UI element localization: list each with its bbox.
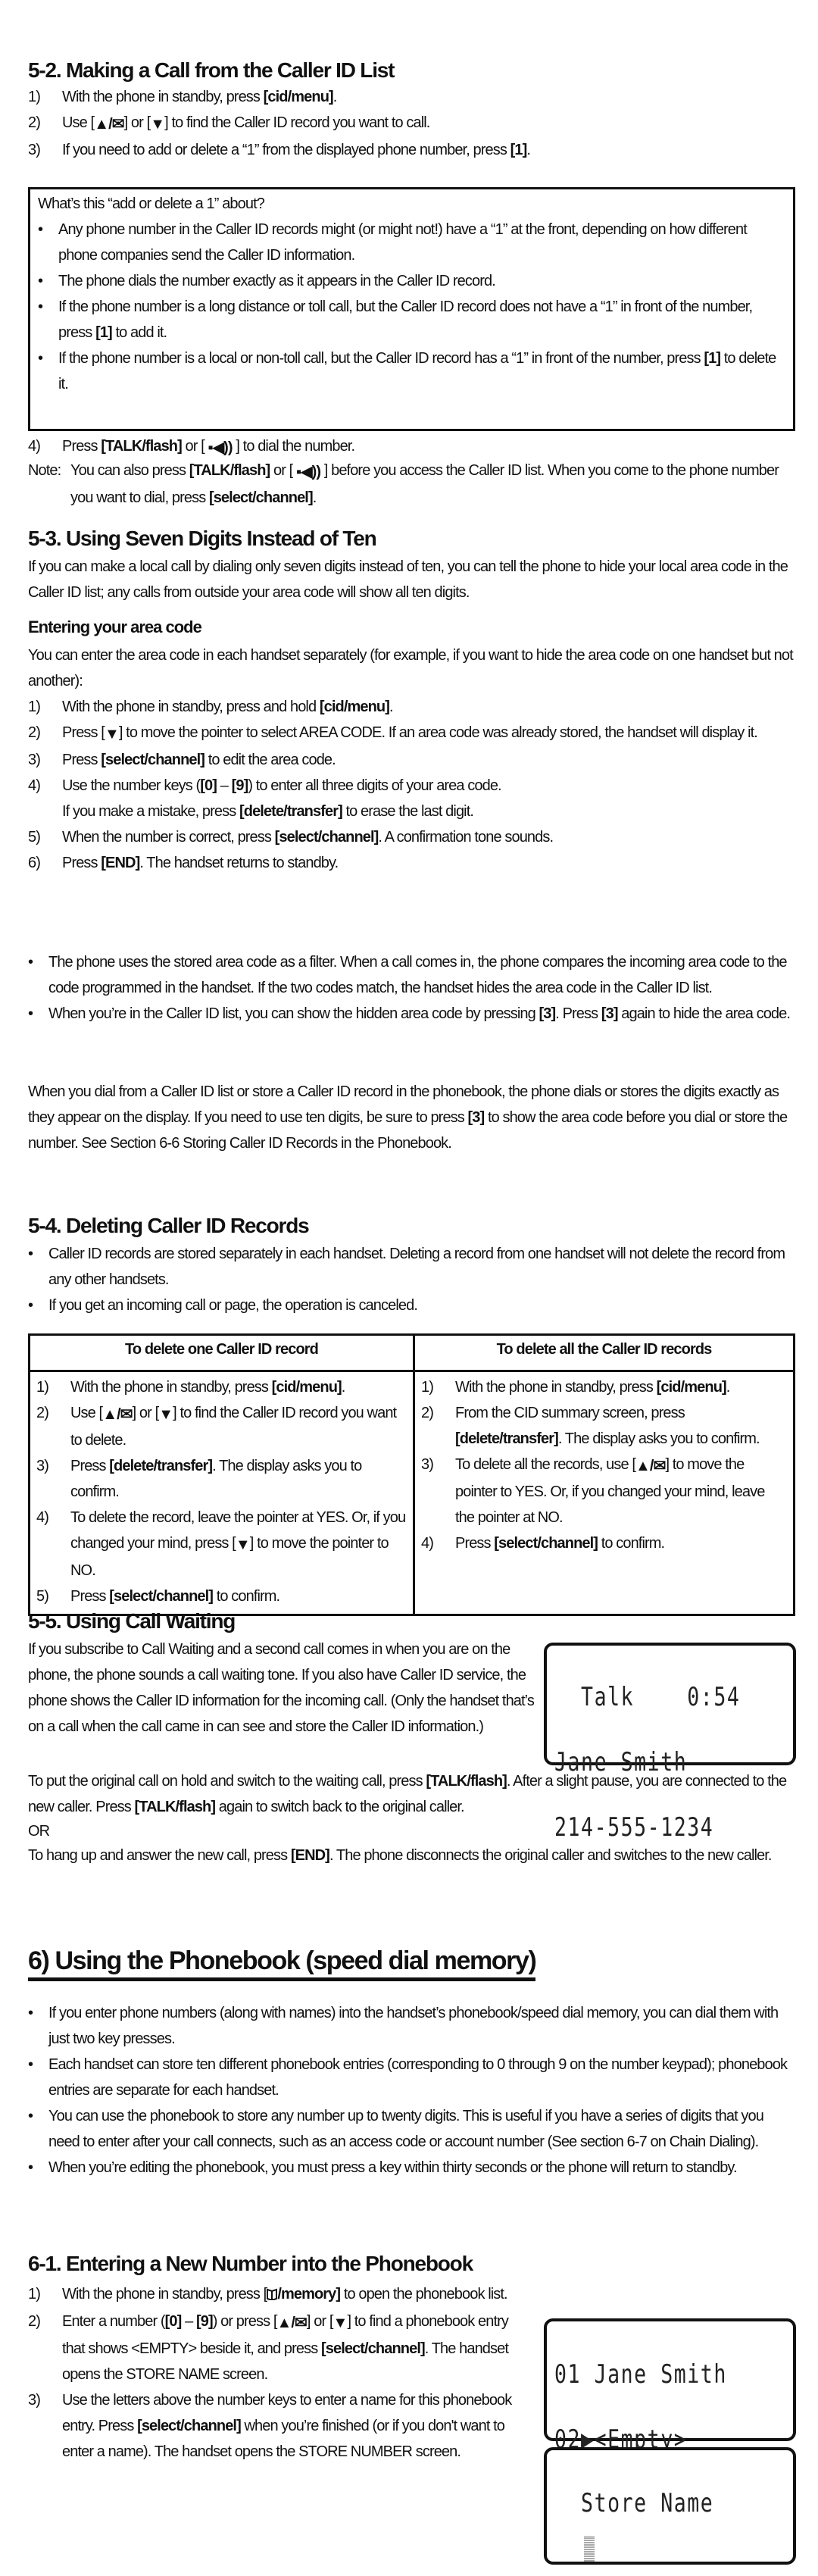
up-envelope-key-icon: ▲/✉ — [94, 116, 124, 133]
section-5-2-title: 5-2. Making a Call from the Caller ID Li… — [28, 58, 395, 82]
delete-all-step: 3) To delete all the records, use [▲/✉] t… — [421, 1452, 787, 1530]
s53-step-5: 5) When the number is correct, press [sel… — [28, 829, 554, 846]
delete-all-step: 4) Press [select/channel] to confirm. — [421, 1535, 665, 1552]
info-bullet: If the phone number is a long distance o… — [38, 294, 785, 345]
s53-outro: When you dial from a Caller ID list or s… — [28, 1083, 788, 1152]
s52-step-4-list: 4) Press [TALK/flash] or [ ▪◀)) ] to dial… — [28, 433, 795, 461]
s53-intro: If you can make a local call by dialing … — [28, 558, 788, 601]
section-6-1-title: 6-1. Entering a New Number into the Phon… — [28, 2252, 473, 2275]
s52-note: Note: You can also press [TALK/flash] or … — [28, 458, 795, 511]
s52-steps: 1) With the phone in standby, press [cid/… — [28, 84, 795, 163]
s6-bullet: When you’re editing the phonebook, you m… — [28, 2155, 795, 2181]
delete-one-step: 4) To delete the record, leave the pointe… — [36, 1509, 406, 1579]
delete-table-wrap: To delete one Caller ID record To delete… — [28, 1333, 795, 1616]
speakerphone-icon: ▪◀)) — [208, 439, 233, 456]
info-box-title: What’s this “add or delete a 1” about? — [38, 195, 265, 212]
phonebook-icon — [267, 2283, 278, 2309]
s53-steps: 1) With the phone in standby, press and h… — [28, 694, 795, 876]
delete-records-table: To delete one Caller ID record To delete… — [28, 1333, 795, 1616]
info-bullet: Any phone number in the Caller ID record… — [38, 217, 785, 268]
lcd-call-waiting-display: Talk 0:54 Jane Smith 214-555-1234 — [544, 1643, 796, 1843]
section-5-5-title: 5-5. Using Call Waiting — [28, 1609, 236, 1633]
delete-one-step: 5) Press [select/channel] to confirm. — [36, 1588, 280, 1605]
s61-steps: 1) With the phone in standby, press [/mem… — [28, 2281, 532, 2465]
s54-bullet: Caller ID records are stored separately … — [28, 1241, 795, 1293]
s53-bullet-1: The phone uses the stored area code as a… — [28, 949, 795, 1001]
down-arrow-key-icon: ▼ — [235, 1537, 251, 1553]
table-cell-all: 1) With the phone in standby, press [cid/… — [413, 1370, 795, 1616]
delete-one-step: 3) Press [delete/transfer]. The display a… — [36, 1458, 362, 1500]
s53-bullet-2: When you’re in the Caller ID list, you c… — [28, 1001, 795, 1027]
delete-all-step: 2) From the CID summary screen, press [de… — [421, 1405, 760, 1447]
s61-step-3: 3) Use the letters above the number keys … — [28, 2392, 512, 2460]
s6-bullet: If you enter phone numbers (along with n… — [28, 2000, 795, 2052]
table-header-all: To delete all the Caller ID records — [413, 1333, 795, 1372]
lcd-store-name-title: Store Name — [554, 2488, 714, 2518]
down-arrow-key-icon: ▼ — [104, 726, 120, 742]
section-5-4-title: 5-4. Deleting Caller ID Records — [28, 1214, 310, 1237]
s55-intro: If you subscribe to Call Waiting and a s… — [28, 1641, 535, 1735]
s53-step-6: 6) Press [END]. The handset returns to st… — [28, 855, 339, 871]
s6-bullet: Each handset can store ten different pho… — [28, 2052, 795, 2103]
table-header-one: To delete one Caller ID record — [28, 1333, 415, 1372]
s52-step-1: 1) With the phone in standby, press [cid/… — [28, 89, 337, 105]
s52-step-3: 3) If you need to add or delete a “1” fro… — [28, 142, 531, 158]
delete-one-step: 1) With the phone in standby, press [cid/… — [36, 1379, 345, 1396]
down-arrow-key-icon: ▼ — [158, 1406, 173, 1423]
chapter-6-heading-wrap: 6) Using the Phonebook (speed dial memor… — [28, 1944, 795, 1981]
lcd-phonebook-list: 01 Jane Smith 02▶<Empty> 03 <Empty> — [544, 2318, 796, 2520]
delete-one-step: 2) Use [▲/✉] or [▼] to find the Caller ID… — [36, 1400, 407, 1453]
up-envelope-key-icon: ▲/✉ — [102, 1406, 133, 1423]
s6-bullet: You can use the phonebook to store any n… — [28, 2103, 795, 2155]
chapter-6-title: 6) Using the Phonebook (speed dial memor… — [28, 1944, 537, 1981]
add-delete-1-info-box: What’s this “add or delete a 1” about? A… — [28, 187, 795, 431]
lcd-row-talk-timer: Talk 0:54 — [554, 1682, 741, 1712]
s53-step-1: 1) With the phone in standby, press and h… — [28, 699, 393, 715]
delete-one-steps: 1) With the phone in standby, press [cid/… — [36, 1374, 407, 1609]
delete-all-steps: 1) With the phone in standby, press [cid/… — [421, 1374, 787, 1556]
s55-hold-switch: To put the original call on hold and swi… — [28, 1773, 787, 1815]
up-envelope-key-icon: ▲/✉ — [276, 2315, 308, 2331]
info-bullet: If the phone number is a local or non-to… — [38, 345, 785, 397]
key-cid-menu: [cid/menu] — [263, 89, 334, 105]
s61-step-2: 2) Enter a number ([0] – [9]) or press [▲… — [28, 2309, 532, 2387]
s53-sub-intro: You can enter the area code in each hand… — [28, 647, 794, 689]
s54-bullets: Caller ID records are stored separately … — [28, 1241, 795, 1318]
lcd-text-cursor — [583, 2536, 595, 2562]
s6-bullets: If you enter phone numbers (along with n… — [28, 2000, 795, 2181]
speakerphone-icon: ▪◀)) — [295, 464, 321, 480]
up-envelope-key-icon: ▲/✉ — [635, 1458, 666, 1474]
delete-all-step: 1) With the phone in standby, press [cid/… — [421, 1379, 730, 1396]
s53-subtitle: Entering your area code — [28, 617, 202, 636]
s54-bullet: If you get an incoming call or page, the… — [28, 1293, 795, 1318]
manual-page: 5-2. Making a Call from the Caller ID Li… — [28, 0, 796, 2565]
down-arrow-key-icon: ▼ — [150, 116, 165, 133]
table-cell-one: 1) With the phone in standby, press [cid/… — [28, 1370, 415, 1616]
s53-step-3: 3) Press [select/channel] to edit the are… — [28, 752, 336, 768]
info-box-bullets: Any phone number in the Caller ID record… — [38, 217, 785, 397]
down-arrow-key-icon: ▼ — [333, 2315, 348, 2331]
section-5-3-title: 5-3. Using Seven Digits Instead of Ten — [28, 527, 377, 550]
s55-or: OR — [28, 1823, 50, 1840]
lcd-row-entry-01: 01 Jane Smith — [554, 2359, 727, 2390]
lcd-store-name: Store Name — [544, 2447, 796, 2565]
info-bullet: The phone dials the number exactly as it… — [38, 268, 785, 294]
s53-step-2: 2) Press [▼] to move the pointer to selec… — [28, 720, 795, 747]
s53-step-4: 4) Use the number keys ([0] – [9]) to ent… — [28, 777, 502, 820]
s52-step-2: 2) Use [▲/✉] or [▼] to find the Caller ID… — [28, 110, 795, 137]
s61-step-1: 1) With the phone in standby, press [/mem… — [28, 2281, 532, 2309]
s53-bullets: The phone uses the stored area code as a… — [28, 949, 795, 1027]
s52-step-4: 4) Press [TALK/flash] or [ ▪◀)) ] to dial… — [28, 433, 795, 461]
s55-hang-up: To hang up and answer the new call, pres… — [28, 1847, 772, 1864]
